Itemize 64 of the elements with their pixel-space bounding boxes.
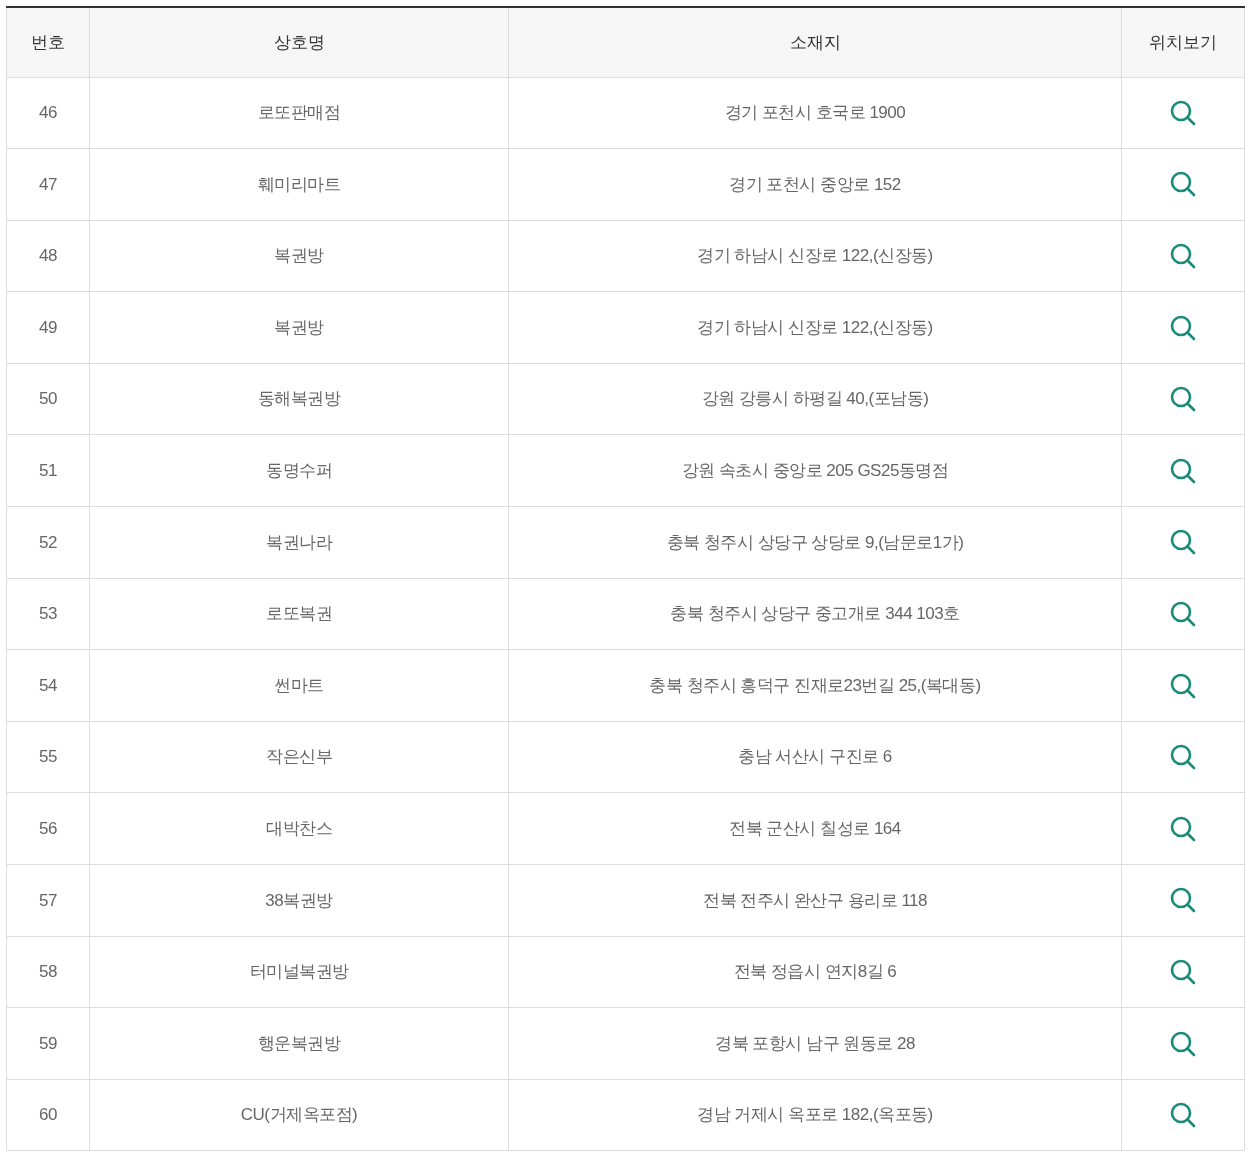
- store-name: 복권방: [274, 246, 324, 266]
- store-name: 복권방: [274, 317, 324, 337]
- search-icon[interactable]: [1169, 671, 1197, 700]
- store-name: 대박찬스: [266, 819, 332, 838]
- store-address: 충북 청주시 상당구 중고개로 344 103호: [670, 604, 960, 624]
- search-icon[interactable]: [1169, 170, 1197, 199]
- search-icon[interactable]: [1169, 886, 1197, 915]
- search-icon[interactable]: [1169, 957, 1197, 986]
- search-icon[interactable]: [1169, 313, 1197, 342]
- row-number: 59: [39, 1033, 57, 1053]
- store-address: 강원 강릉시 하평길 40,(포남동): [701, 389, 929, 409]
- row-number: 53: [39, 604, 57, 624]
- store-name: 복권나라: [266, 532, 332, 552]
- column-header: 상호명: [273, 32, 325, 52]
- row-number: 48: [39, 246, 57, 266]
- store-address: 전북 군산시 칠성로 164: [729, 819, 901, 838]
- search-icon[interactable]: [1169, 599, 1197, 628]
- store-name: 로또판매점: [257, 103, 341, 123]
- store-address: 경북 포항시 남구 원동로 28: [715, 1033, 915, 1053]
- row-number: 47: [39, 174, 57, 194]
- store-name: 썬마트: [274, 675, 324, 695]
- store-address: 충남 서산시 구진로 6: [738, 747, 892, 767]
- column-header: 위치보기: [1149, 32, 1217, 52]
- row-number: 46: [39, 103, 57, 123]
- search-icon[interactable]: [1169, 528, 1197, 557]
- row-number: 49: [39, 317, 57, 337]
- row-number: 56: [39, 819, 57, 838]
- store-address: 전북 전주시 완산구 용리로 118: [703, 890, 927, 910]
- store-address: 경기 하남시 신장로 122,(신장동): [697, 317, 933, 337]
- store-name: CU(거제옥포점): [240, 1105, 358, 1125]
- store-address: 충북 청주시 상당구 상당로 9,(남문로1가): [666, 532, 964, 552]
- store-address: 경남 거제시 옥포로 182,(옥포동): [697, 1105, 933, 1125]
- column-header: 번호: [31, 32, 65, 52]
- store-name: 훼미리마트: [257, 174, 341, 194]
- row-number: 54: [39, 675, 57, 695]
- store-name: 동명수퍼: [266, 461, 332, 480]
- search-icon[interactable]: [1169, 385, 1197, 414]
- row-number: 57: [39, 890, 57, 910]
- search-icon[interactable]: [1169, 814, 1197, 843]
- store-name: 행운복권방: [257, 1033, 341, 1053]
- row-number: 50: [39, 389, 57, 409]
- row-number: 52: [39, 532, 57, 552]
- store-name: 로또복권: [266, 604, 332, 624]
- row-number: 51: [39, 461, 57, 480]
- row-number: 55: [39, 747, 57, 767]
- store-address: 강원 속초시 중앙로 205 GS25동명점: [681, 461, 949, 480]
- store-name: 동해복권방: [257, 389, 341, 409]
- search-icon[interactable]: [1169, 456, 1197, 485]
- store-name: 38복권방: [265, 890, 333, 910]
- search-icon[interactable]: [1169, 743, 1197, 772]
- search-icon[interactable]: [1169, 1029, 1197, 1058]
- row-number: 60: [39, 1105, 57, 1125]
- search-icon[interactable]: [1169, 1101, 1197, 1130]
- store-address: 충북 청주시 흥덕구 진재로23번길 25,(복대동): [649, 675, 981, 695]
- store-address: 전북 정읍시 연지8길 6: [733, 962, 897, 982]
- store-name: 작은신부: [266, 747, 332, 767]
- search-icon[interactable]: [1169, 242, 1197, 270]
- search-icon[interactable]: [1169, 98, 1197, 127]
- store-address: 경기 하남시 신장로 122,(신장동): [697, 246, 933, 266]
- store-address: 경기 포천시 호국로 1900: [724, 103, 906, 123]
- row-number: 58: [39, 962, 57, 982]
- column-header: 소재지: [789, 32, 841, 52]
- store-name: 터미널복권방: [249, 962, 349, 982]
- store-address: 경기 포천시 중앙로 152: [729, 174, 901, 194]
